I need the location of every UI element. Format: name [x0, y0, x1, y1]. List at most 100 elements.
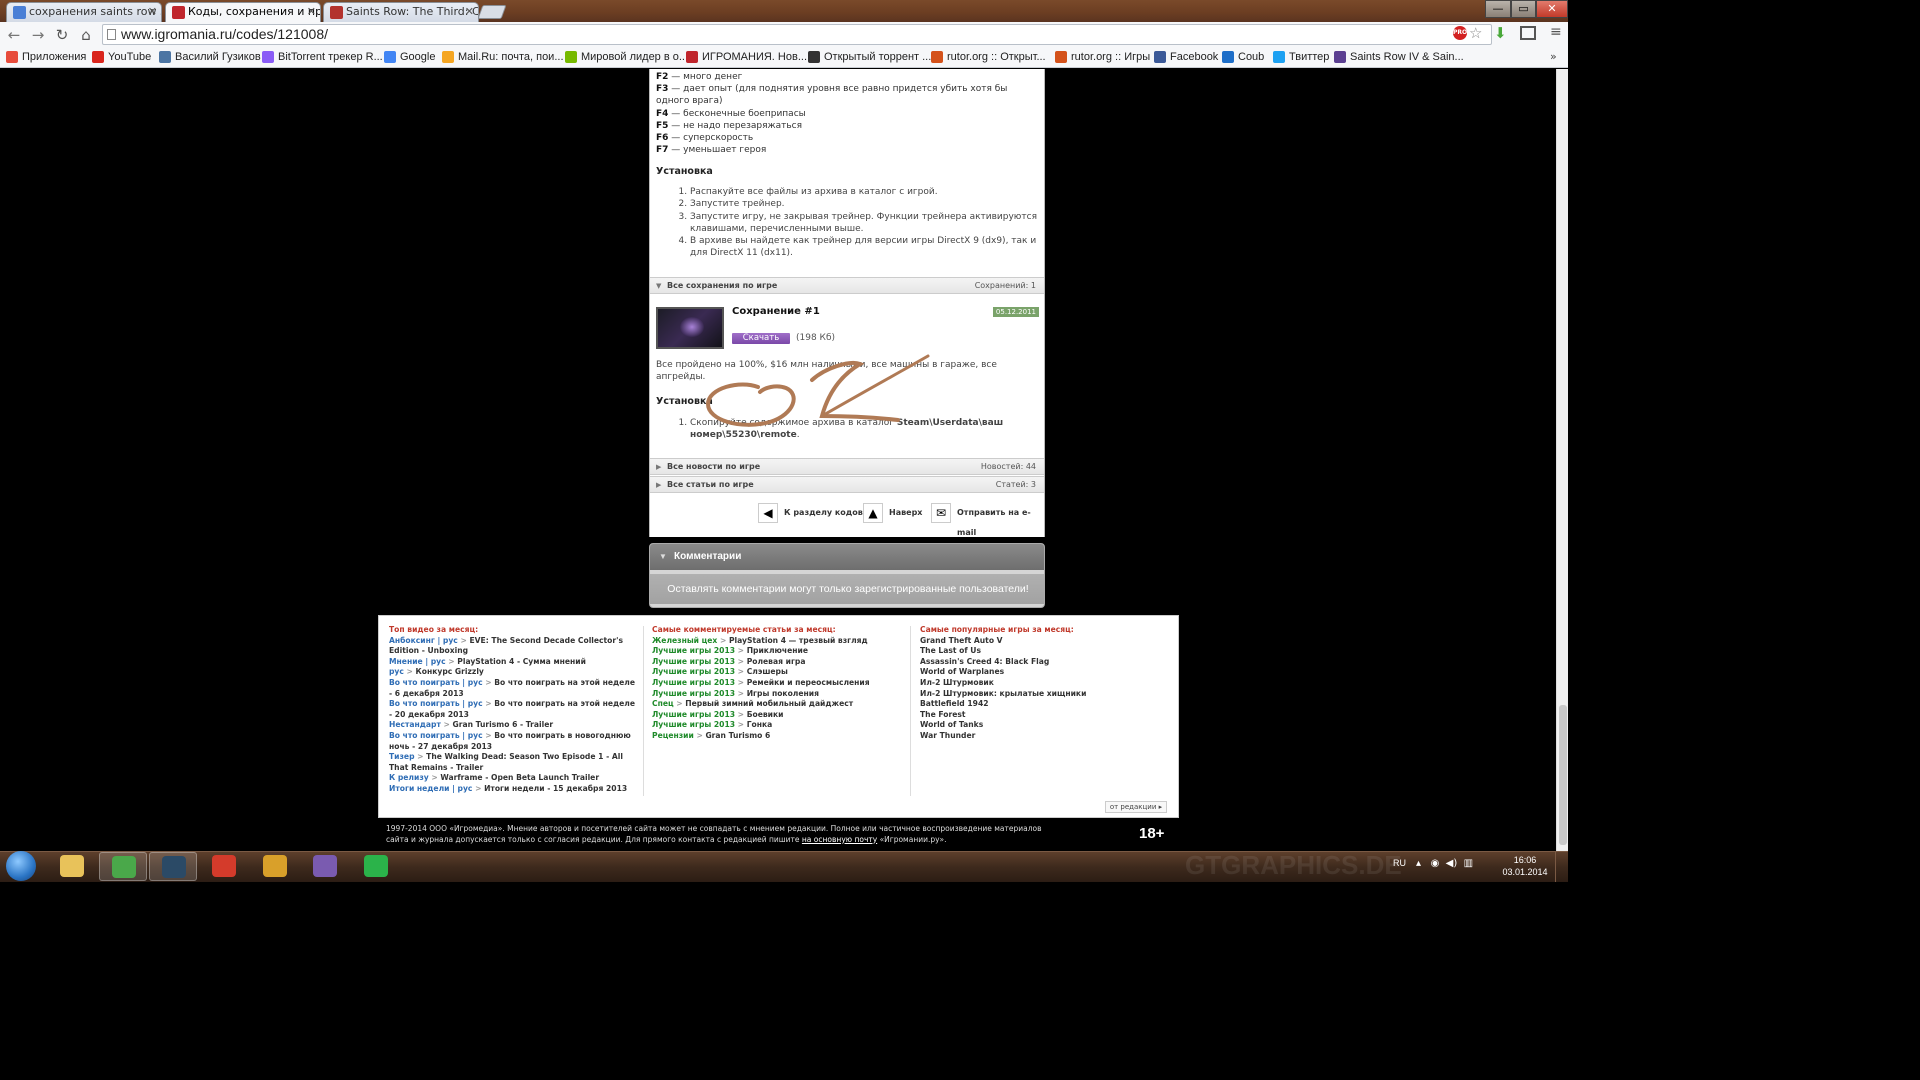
- item-title[interactable]: Warframe - Open Beta Launch Trailer: [440, 773, 599, 782]
- all-articles-bar[interactable]: ▶ Все статьи по игре Статей: 3: [650, 476, 1044, 493]
- send-email-link[interactable]: ✉ Отправить на e-mail: [931, 503, 1044, 537]
- item-title[interactable]: Ремейки и переосмысления: [747, 678, 870, 687]
- show-hidden-icons-icon[interactable]: ▴: [1416, 858, 1421, 869]
- home-icon[interactable]: ⌂: [76, 25, 96, 45]
- window-extension-icon[interactable]: [1520, 26, 1536, 40]
- footer-list-item[interactable]: Итоги недели | рус > Итоги недели - 15 д…: [389, 784, 639, 795]
- footer-list-item[interactable]: Ил-2 Штурмовик: [920, 678, 1170, 689]
- taskbar-app-chrome[interactable]: [99, 852, 147, 881]
- item-category[interactable]: Лучшие игры 2013: [652, 689, 735, 698]
- save-thumbnail[interactable]: [656, 307, 724, 349]
- item-title[interactable]: PlayStation 4 - Сумма мнений: [457, 657, 586, 666]
- item-title[interactable]: Конкурс Grizzly: [416, 667, 484, 676]
- bookmark-item[interactable]: rutor.org :: Игры: [1055, 50, 1150, 64]
- item-title[interactable]: Ролевая игра: [747, 657, 806, 666]
- close-tab-icon[interactable]: ✕: [465, 3, 474, 21]
- footer-list-item[interactable]: The Last of Us: [920, 646, 1170, 657]
- close-tab-icon[interactable]: ✕: [148, 3, 157, 21]
- item-title[interactable]: Gran Turismo 6: [705, 731, 770, 740]
- bookmark-item[interactable]: Василий Гузиков: [159, 50, 261, 64]
- footer-list-item[interactable]: Анбоксинг | рус > EVE: The Second Decade…: [389, 636, 639, 657]
- item-category[interactable]: Лучшие игры 2013: [652, 657, 735, 666]
- footer-list-item[interactable]: Лучшие игры 2013 > Ремейки и переосмысле…: [652, 678, 907, 689]
- item-category[interactable]: Во что поиграть | рус: [389, 678, 483, 687]
- item-title[interactable]: Первый зимний мобильный дайджест: [685, 699, 853, 708]
- footer-list-item[interactable]: Assassin's Creed 4: Black Flag: [920, 657, 1170, 668]
- forward-arrow-icon[interactable]: →: [28, 25, 48, 45]
- bookmark-item[interactable]: Google: [384, 50, 435, 64]
- bookmark-item[interactable]: BitTorrent трекер R...: [262, 50, 383, 64]
- scroll-top-link[interactable]: ▲ Наверх: [863, 503, 922, 523]
- bookmark-item[interactable]: Saints Row IV & Sain...: [1334, 50, 1464, 64]
- download-button[interactable]: Скачать: [732, 333, 790, 344]
- start-button-icon[interactable]: [6, 851, 36, 881]
- download-extension-icon[interactable]: ⬇: [1494, 24, 1507, 42]
- maximize-button[interactable]: ▭: [1511, 0, 1536, 18]
- footer-list-item[interactable]: Во что поиграть | рус > Во что поиграть …: [389, 699, 639, 720]
- footer-list-item[interactable]: Лучшие игры 2013 > Гонка: [652, 720, 907, 731]
- bookmark-item[interactable]: Твиттер: [1273, 50, 1329, 64]
- minimize-button[interactable]: —: [1485, 0, 1511, 18]
- show-desktop-button[interactable]: [1555, 851, 1568, 882]
- item-title[interactable]: Гонка: [747, 720, 773, 729]
- footer-list-item[interactable]: Лучшие игры 2013 > Ролевая игра: [652, 657, 907, 668]
- footer-list-item[interactable]: Лучшие игры 2013 > Боевики: [652, 710, 907, 721]
- item-category[interactable]: Рецензии: [652, 731, 694, 740]
- bookmark-item[interactable]: Мировой лидер в о...: [565, 50, 688, 64]
- footer-list-item[interactable]: Во что поиграть | рус > Во что поиграть …: [389, 678, 639, 699]
- footer-list-item[interactable]: The Forest: [920, 710, 1170, 721]
- tab-igromania-codes[interactable]: Коды, сохранения и про ✕: [165, 2, 321, 22]
- bookmark-item[interactable]: Mail.Ru: почта, пои...: [442, 50, 564, 64]
- item-title[interactable]: Итоги недели - 15 декабря 2013: [484, 784, 627, 793]
- taskbar-app-steam[interactable]: [149, 852, 197, 881]
- tab-saints-row-saves-search[interactable]: сохранения saints row 3 - ✕: [6, 2, 162, 22]
- scrollbar-thumb[interactable]: [1559, 705, 1567, 845]
- item-title[interactable]: Игры поколения: [747, 689, 819, 698]
- volume-icon[interactable]: ◀): [1446, 858, 1458, 869]
- item-category[interactable]: Итоги недели | рус: [389, 784, 472, 793]
- bookmark-item[interactable]: Открытый торрент ...: [808, 50, 931, 64]
- item-title[interactable]: Приключение: [747, 646, 808, 655]
- taskbar-app-explorer[interactable]: [48, 852, 96, 881]
- footer-list-item[interactable]: Лучшие игры 2013 > Игры поколения: [652, 689, 907, 700]
- close-window-button[interactable]: ✕: [1536, 0, 1568, 18]
- bookmark-item[interactable]: YouTube: [92, 50, 151, 64]
- taskbar-app-mail-agent[interactable]: [352, 852, 400, 881]
- back-arrow-icon[interactable]: ←: [4, 25, 24, 45]
- language-indicator[interactable]: RU: [1393, 858, 1406, 868]
- item-category[interactable]: Нестандарт: [389, 720, 441, 729]
- item-category[interactable]: Тизер: [389, 752, 415, 761]
- all-news-bar[interactable]: ▶ Все новости по игре Новостей: 44: [650, 458, 1044, 475]
- page-scrollbar[interactable]: [1556, 69, 1568, 851]
- footer-list-item[interactable]: Мнение | рус > PlayStation 4 - Сумма мне…: [389, 657, 639, 668]
- editorial-button[interactable]: от редакции ▸: [1105, 801, 1167, 813]
- footer-list-item[interactable]: Нестандарт > Gran Turismo 6 - Trailer: [389, 720, 639, 731]
- bookmark-item[interactable]: rutor.org :: Открыт...: [931, 50, 1046, 64]
- footer-list-item[interactable]: Battlefield 1942: [920, 699, 1170, 710]
- bookmark-item[interactable]: Приложения: [6, 50, 86, 64]
- item-category[interactable]: рус: [389, 667, 404, 676]
- tab-saints-row-third[interactable]: Saints Row: The Third: Co ✕: [323, 2, 479, 22]
- taskbar-app-game-launcher[interactable]: [251, 852, 299, 881]
- bookmarks-overflow-icon[interactable]: »: [1550, 50, 1557, 63]
- chrome-menu-icon[interactable]: ≡: [1550, 24, 1562, 40]
- item-title[interactable]: Gran Turismo 6 - Trailer: [453, 720, 554, 729]
- footer-list-item[interactable]: Спец > Первый зимний мобильный дайджест: [652, 699, 907, 710]
- taskbar-app-ccleaner[interactable]: [200, 852, 248, 881]
- item-title[interactable]: Слэшеры: [747, 667, 788, 676]
- item-category[interactable]: Во что поиграть | рус: [389, 699, 483, 708]
- item-title[interactable]: Боевики: [747, 710, 784, 719]
- footer-list-item[interactable]: Лучшие игры 2013 > Приключение: [652, 646, 907, 657]
- footer-list-item[interactable]: Ил-2 Штурмовик: крылатые хищники: [920, 689, 1170, 700]
- item-category[interactable]: Лучшие игры 2013: [652, 710, 735, 719]
- footer-list-item[interactable]: World of Warplanes: [920, 667, 1170, 678]
- item-category[interactable]: Железный цех: [652, 636, 717, 645]
- item-category[interactable]: Лучшие игры 2013: [652, 667, 735, 676]
- item-category[interactable]: Во что поиграть | рус: [389, 731, 483, 740]
- all-saves-bar[interactable]: ▼ Все сохранения по игре Сохранений: 1: [650, 277, 1044, 294]
- bookmark-item[interactable]: ИГРОМАНИЯ. Нов...: [686, 50, 807, 64]
- item-category[interactable]: Мнение | рус: [389, 657, 446, 666]
- footer-list-item[interactable]: Рецензии > Gran Turismo 6: [652, 731, 907, 742]
- footer-list-item[interactable]: Тизер > The Walking Dead: Season Two Epi…: [389, 752, 639, 773]
- item-category[interactable]: К релизу: [389, 773, 429, 782]
